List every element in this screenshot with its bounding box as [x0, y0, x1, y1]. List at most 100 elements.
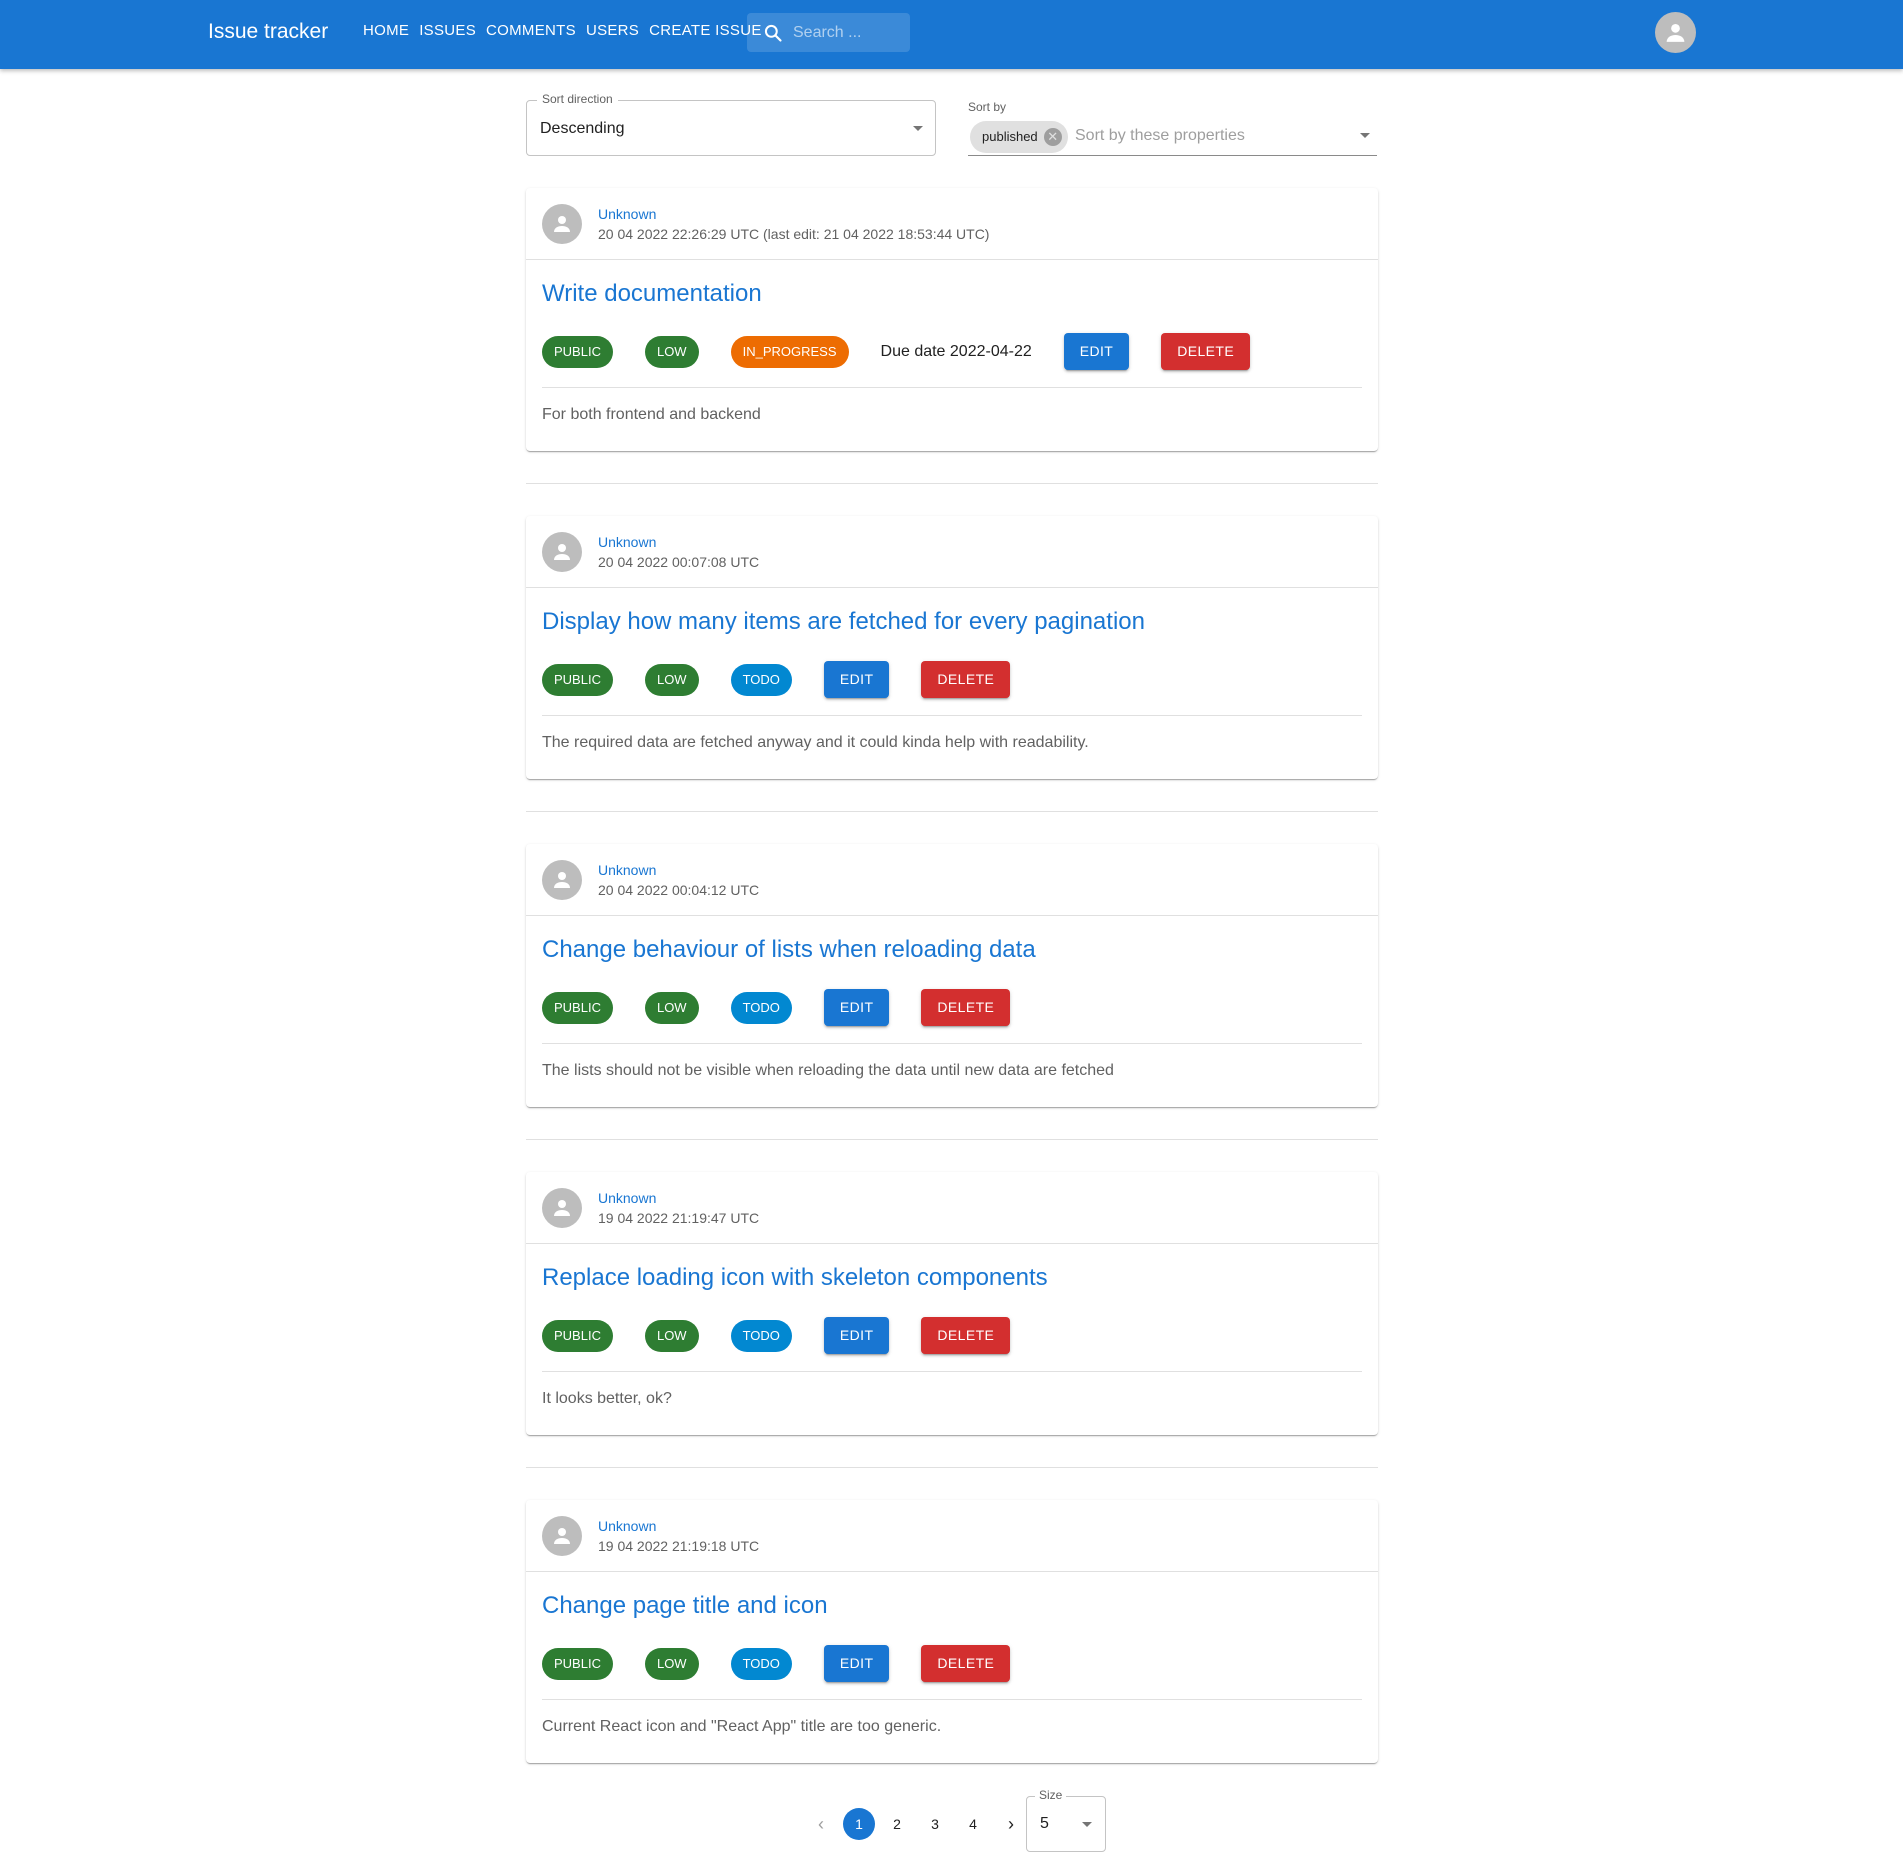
state-badge: TODO: [730, 1647, 792, 1680]
person-icon: [554, 1528, 570, 1544]
sort-by-underline: [968, 155, 1377, 156]
divider: [542, 715, 1362, 716]
divider: [526, 483, 1378, 484]
issue-card: Unknown 19 04 2022 21:19:18 UTC Change p…: [526, 1500, 1378, 1763]
issue-title[interactable]: Display how many items are fetched for e…: [542, 608, 1145, 636]
main-nav: HOME ISSUES COMMENTS USERS CREATE ISSUE: [363, 22, 762, 39]
issue-title[interactable]: Change behaviour of lists when reloading…: [542, 936, 1036, 964]
issue-card: Unknown 19 04 2022 21:19:47 UTC Replace …: [526, 1172, 1378, 1435]
issue-card: Unknown 20 04 2022 22:26:29 UTC (last ed…: [526, 188, 1378, 451]
delete-button[interactable]: DELETE: [921, 1645, 1011, 1682]
issue-description: Current React icon and "React App" title…: [542, 1718, 942, 1735]
avatar: [542, 1516, 582, 1556]
chevron-left-icon[interactable]: ‹: [805, 1808, 837, 1840]
arrow-drop-down-icon: [1360, 133, 1370, 138]
search-box: [747, 13, 910, 52]
issue-description: The required data are fetched anyway and…: [542, 734, 1089, 751]
visibility-badge: PUBLIC: [542, 1319, 613, 1352]
state-badge: TODO: [730, 991, 792, 1024]
app-bar: Issue tracker HOME ISSUES COMMENTS USERS…: [0, 0, 1903, 69]
divider: [542, 1043, 1362, 1044]
arrow-drop-down-icon: [1082, 1822, 1092, 1827]
issue-card: Unknown 20 04 2022 00:07:08 UTC Display …: [526, 516, 1378, 779]
account-button[interactable]: [1655, 12, 1696, 53]
issue-card-header: Unknown 20 04 2022 00:04:12 UTC: [526, 844, 1378, 916]
cancel-icon[interactable]: ✕: [1043, 128, 1062, 146]
issue-card-header: Unknown 20 04 2022 22:26:29 UTC (last ed…: [526, 188, 1378, 260]
issue-author[interactable]: Unknown: [598, 534, 656, 550]
avatar: [542, 204, 582, 244]
issue-author[interactable]: Unknown: [598, 1518, 656, 1534]
edit-button[interactable]: EDIT: [823, 1645, 890, 1682]
person-icon: [554, 216, 570, 232]
search-input[interactable]: [793, 20, 903, 46]
divider: [526, 1467, 1378, 1468]
sort-by-chip: published ✕: [970, 121, 1068, 153]
arrow-drop-down-icon: [913, 126, 923, 131]
nav-comments[interactable]: COMMENTS: [486, 22, 576, 39]
edit-button[interactable]: EDIT: [1063, 333, 1130, 370]
page-button-1[interactable]: 1: [843, 1808, 875, 1840]
issue-tags: PUBLIC LOW TODO EDIT DELETE: [542, 661, 1011, 698]
issue-card: Unknown 20 04 2022 00:04:12 UTC Change b…: [526, 844, 1378, 1107]
delete-button[interactable]: DELETE: [921, 989, 1011, 1026]
sort-by-label: Sort by: [968, 100, 1007, 114]
nav-users[interactable]: USERS: [586, 22, 639, 39]
divider: [526, 1139, 1378, 1140]
state-badge: TODO: [730, 1319, 792, 1352]
issue-author[interactable]: Unknown: [598, 862, 656, 878]
divider: [526, 811, 1378, 812]
issue-tags: PUBLIC LOW TODO EDIT DELETE: [542, 1317, 1011, 1354]
edit-button[interactable]: EDIT: [823, 989, 890, 1026]
sort-direction-value: Descending: [540, 120, 625, 137]
person-icon: [554, 1200, 570, 1216]
pagination: ‹ 1 2 3 4 ›: [805, 1808, 1027, 1840]
issue-title[interactable]: Change page title and icon: [542, 1592, 828, 1620]
page-button-3[interactable]: 3: [919, 1808, 951, 1840]
page-button-4[interactable]: 4: [957, 1808, 989, 1840]
issue-date: 20 04 2022 00:04:12 UTC: [598, 882, 760, 898]
nav-create-issue[interactable]: CREATE ISSUE: [649, 22, 762, 39]
nav-home[interactable]: HOME: [363, 22, 409, 39]
issue-author[interactable]: Unknown: [598, 206, 656, 222]
issue-description: For both frontend and backend: [542, 406, 761, 423]
priority-badge: LOW: [644, 1647, 699, 1680]
visibility-badge: PUBLIC: [542, 335, 613, 368]
page-size-select[interactable]: Size 5: [1026, 1788, 1106, 1852]
avatar: [542, 1188, 582, 1228]
sort-by-placeholder: Sort by these properties: [1075, 127, 1245, 144]
nav-issues[interactable]: ISSUES: [419, 22, 476, 39]
visibility-badge: PUBLIC: [542, 663, 613, 696]
issue-tags: PUBLIC LOW TODO EDIT DELETE: [542, 989, 1011, 1026]
priority-badge: LOW: [644, 1319, 699, 1352]
issue-title[interactable]: Write documentation: [542, 280, 762, 308]
priority-badge: LOW: [644, 335, 699, 368]
divider: [542, 1699, 1362, 1700]
sort-by-select[interactable]: Sort by published ✕ Sort by these proper…: [968, 100, 1377, 156]
issue-card-header: Unknown 19 04 2022 21:19:47 UTC: [526, 1172, 1378, 1244]
issue-date: 20 04 2022 00:07:08 UTC: [598, 554, 760, 570]
state-badge: IN_PROGRESS: [730, 335, 849, 368]
avatar: [542, 532, 582, 572]
delete-button[interactable]: DELETE: [1161, 333, 1251, 370]
sort-direction-label: Sort direction: [537, 92, 618, 106]
issue-title[interactable]: Replace loading icon with skeleton compo…: [542, 1264, 1048, 1292]
page-size-value: 5: [1040, 1815, 1049, 1832]
app-title[interactable]: Issue tracker: [208, 20, 328, 44]
sort-direction-select[interactable]: Sort direction Descending: [526, 92, 936, 156]
issue-author[interactable]: Unknown: [598, 1190, 656, 1206]
person-icon: [554, 872, 570, 888]
delete-button[interactable]: DELETE: [921, 1317, 1011, 1354]
delete-button[interactable]: DELETE: [921, 661, 1011, 698]
issue-description: It looks better, ok?: [542, 1390, 672, 1407]
issue-tags: PUBLIC LOW TODO EDIT DELETE: [542, 1645, 1011, 1682]
chevron-right-icon[interactable]: ›: [995, 1808, 1027, 1840]
issue-card-header: Unknown 20 04 2022 00:07:08 UTC: [526, 516, 1378, 588]
edit-button[interactable]: EDIT: [823, 661, 890, 698]
divider: [542, 1371, 1362, 1372]
search-icon: [764, 24, 782, 42]
page-button-2[interactable]: 2: [881, 1808, 913, 1840]
visibility-badge: PUBLIC: [542, 1647, 613, 1680]
page-size-label: Size: [1035, 1788, 1067, 1802]
edit-button[interactable]: EDIT: [823, 1317, 890, 1354]
